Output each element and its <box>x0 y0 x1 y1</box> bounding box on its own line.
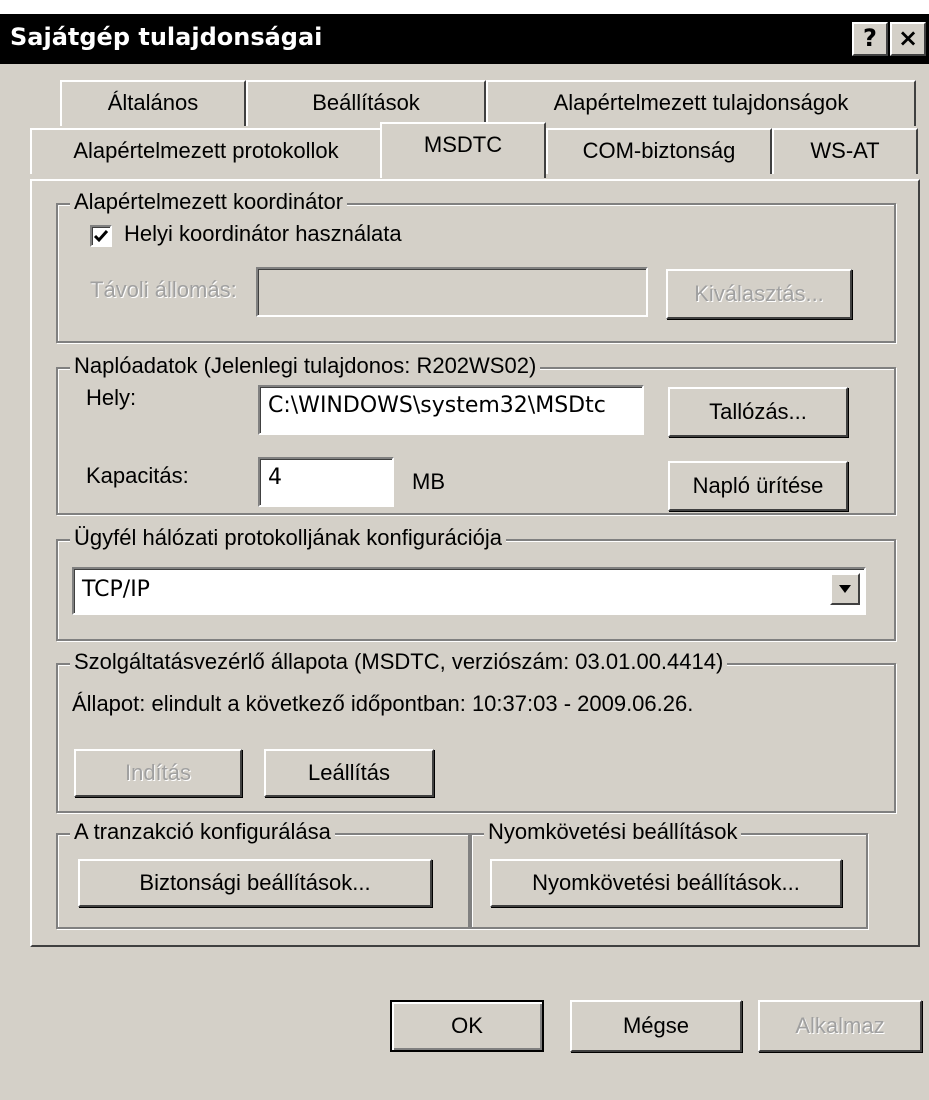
use-local-coordinator-label: Helyi koordinátor használata <box>124 221 402 246</box>
ok-button[interactable]: OK <box>390 1000 544 1052</box>
clear-log-button[interactable]: Napló ürítése <box>668 461 848 511</box>
tab-default-properties[interactable]: Alapértelmezett tulajdonságok <box>486 80 916 126</box>
browse-button[interactable]: Tallózás... <box>668 387 848 437</box>
properties-window: Sajátgép tulajdonságai ? × Általános Beá… <box>0 14 929 1100</box>
capacity-label: Kapacitás: <box>86 463 189 488</box>
chevron-down-icon <box>839 585 851 593</box>
location-field[interactable]: C:\WINDOWS\system32\MSDtc <box>258 385 644 435</box>
select-button[interactable]: Kiválasztás... <box>666 269 852 319</box>
remote-host-field[interactable] <box>256 267 648 317</box>
location-label: Hely: <box>86 385 137 410</box>
start-button[interactable]: Indítás <box>74 749 242 797</box>
protocol-selected: TCP/IP <box>82 577 150 602</box>
protocol-legend: Ügyfél hálózati protokolljának konfigurá… <box>70 525 507 551</box>
msdtc-panel: Alapértelmezett koordinátor Helyi koordi… <box>30 179 920 947</box>
tab-com-security[interactable]: COM-biztonság <box>546 128 772 174</box>
service-status-text: Állapot: elindult a következő időpontban… <box>72 691 694 716</box>
coordinator-legend: Alapértelmezett koordinátor <box>70 189 348 215</box>
checkmark-icon <box>93 230 109 243</box>
tracing-group: Nyomkövetési beállítások Nyomkövetési be… <box>470 819 868 929</box>
apply-button[interactable]: Alkalmaz <box>758 1000 922 1052</box>
log-group: Naplóadatok (Jelenlegi tulajdonos: R202W… <box>56 353 896 515</box>
window-title: Sajátgép tulajdonságai <box>10 23 323 51</box>
tab-msdtc[interactable]: MSDTC <box>380 122 546 178</box>
transaction-legend: A tranzakció konfigurálása <box>70 819 335 845</box>
tracing-settings-button[interactable]: Nyomkövetési beállítások... <box>490 859 842 907</box>
coordinator-group: Alapértelmezett koordinátor Helyi koordi… <box>56 189 896 343</box>
service-group: Szolgáltatásvezérlő állapota (MSDTC, ver… <box>56 649 896 813</box>
stop-button[interactable]: Leállítás <box>264 749 434 797</box>
protocol-dropdown[interactable]: TCP/IP <box>72 567 866 615</box>
tracing-legend: Nyomkövetési beállítások <box>484 819 742 845</box>
tab-ws-at[interactable]: WS-AT <box>772 128 918 174</box>
help-button[interactable]: ? <box>852 22 888 56</box>
service-legend: Szolgáltatásvezérlő állapota (MSDTC, ver… <box>70 649 728 675</box>
transaction-group: A tranzakció konfigurálása Biztonsági be… <box>56 819 470 929</box>
title-bar[interactable]: Sajátgép tulajdonságai ? × <box>0 14 929 64</box>
remote-host-label: Távoli állomás: <box>90 277 237 302</box>
protocol-group: Ügyfél hálózati protokolljának konfigurá… <box>56 525 896 641</box>
tab-settings[interactable]: Beállítások <box>246 80 486 126</box>
cancel-button[interactable]: Mégse <box>570 1000 742 1052</box>
capacity-field[interactable]: 4 <box>258 457 394 507</box>
security-settings-button[interactable]: Biztonsági beállítások... <box>78 859 432 907</box>
tab-general[interactable]: Általános <box>60 80 246 126</box>
dropdown-button[interactable] <box>830 573 860 605</box>
tab-default-protocols[interactable]: Alapértelmezett protokollok <box>30 128 382 174</box>
log-legend: Naplóadatok (Jelenlegi tulajdonos: R202W… <box>70 353 541 379</box>
use-local-coordinator-checkbox[interactable] <box>90 225 112 247</box>
close-button[interactable]: × <box>890 22 926 56</box>
capacity-unit: MB <box>412 469 445 494</box>
